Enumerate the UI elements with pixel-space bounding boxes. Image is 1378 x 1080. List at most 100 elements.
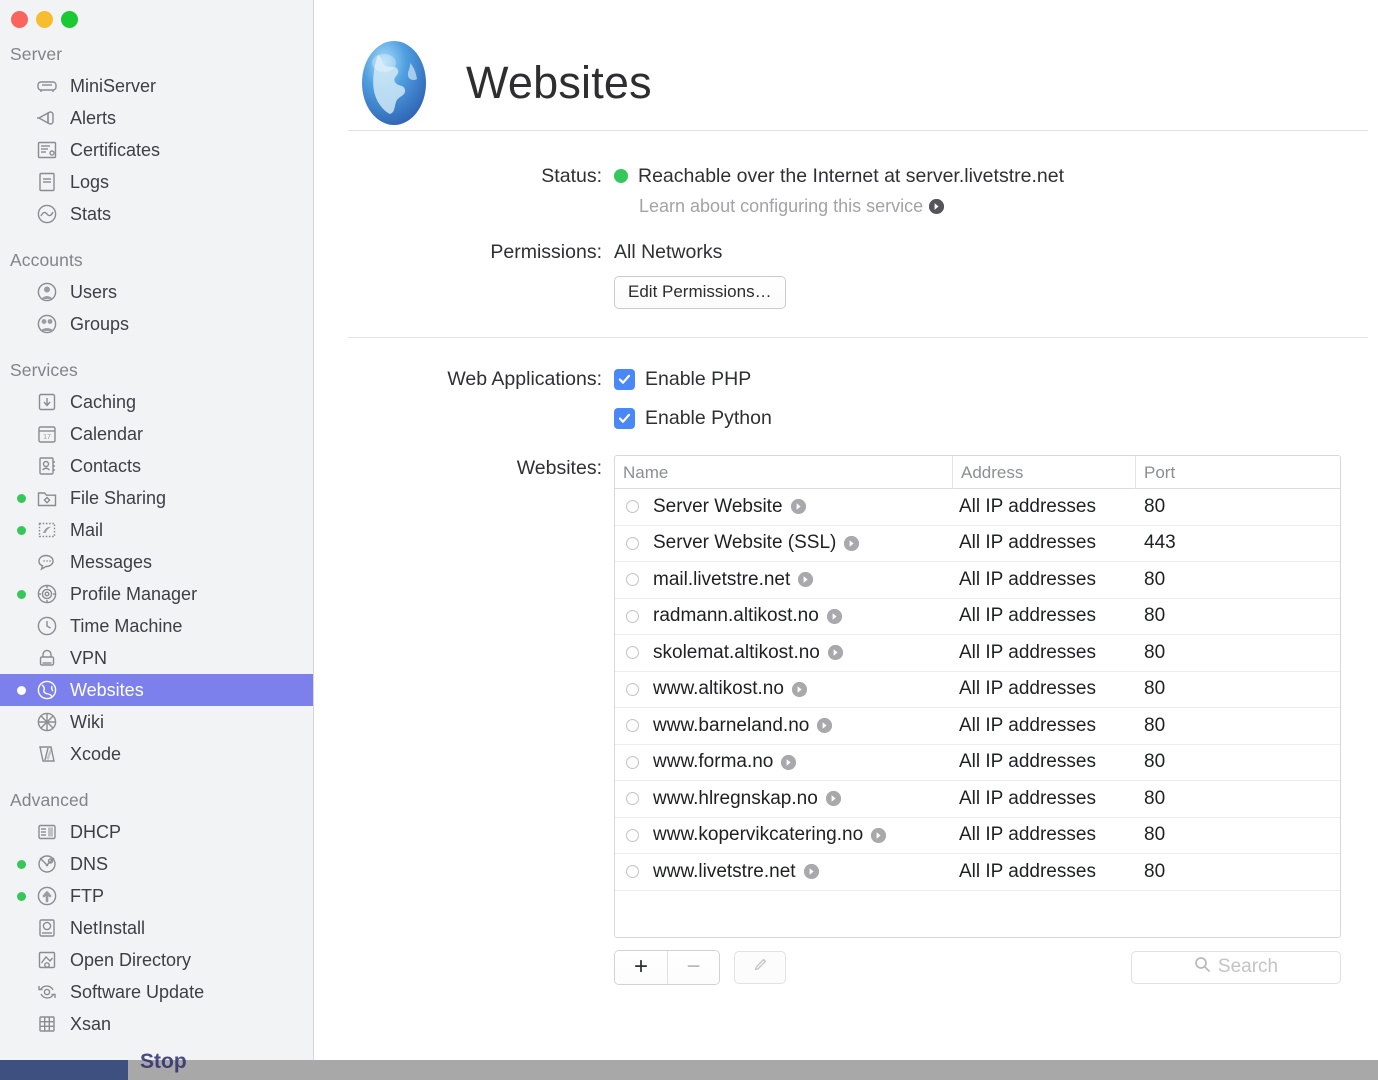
website-select-radio[interactable]: [626, 865, 639, 879]
sidebar-item-miniserver[interactable]: MiniServer: [0, 70, 313, 102]
sidebar-item-websites[interactable]: Websites: [0, 674, 313, 706]
sidebar-item-time-machine[interactable]: Time Machine: [0, 610, 313, 642]
open-website-arrow-icon[interactable]: [825, 791, 841, 807]
zoom-button[interactable]: [61, 10, 78, 28]
column-header-address[interactable]: Address: [953, 455, 1136, 489]
enable-php-checkbox-row[interactable]: Enable PHP: [614, 366, 1378, 392]
website-name-cell[interactable]: www.kopervikcatering.no: [615, 822, 953, 848]
website-name-cell[interactable]: Server Website (SSL): [615, 530, 953, 556]
sidebar-item-stats[interactable]: Stats: [0, 198, 313, 230]
website-select-radio[interactable]: [626, 719, 639, 733]
website-name-cell[interactable]: www.barneland.no: [615, 713, 953, 739]
open-website-arrow-icon[interactable]: [817, 718, 833, 734]
table-row[interactable]: Server Website (SSL) All IP addresses 443: [615, 526, 1340, 562]
sidebar-item-profile-manager[interactable]: Profile Manager: [0, 578, 313, 610]
website-select-radio[interactable]: [626, 828, 639, 842]
website-name-cell[interactable]: mail.livetstre.net: [615, 567, 953, 593]
table-row[interactable]: www.altikost.no All IP addresses 80: [615, 672, 1340, 708]
close-button[interactable]: [11, 10, 28, 28]
permissions-label: Permissions:: [490, 241, 602, 263]
sidebar-item-label: File Sharing: [70, 487, 167, 508]
open-website-arrow-icon[interactable]: [781, 754, 797, 770]
sidebar-item-messages[interactable]: Messages: [0, 546, 313, 578]
search-placeholder: Search: [1217, 956, 1279, 977]
column-header-name[interactable]: Name: [615, 455, 953, 489]
website-select-radio[interactable]: [626, 682, 639, 696]
sidebar-item-wiki[interactable]: Wiki: [0, 706, 313, 738]
sidebar-item-dhcp[interactable]: DHCP: [0, 816, 313, 848]
open-website-arrow-icon[interactable]: [791, 681, 807, 697]
table-row[interactable]: www.kopervikcatering.no All IP addresses 8…: [615, 818, 1340, 854]
sidebar-item-software-update[interactable]: Software Update: [0, 976, 313, 1008]
checkbox-checked-icon[interactable]: [614, 407, 635, 429]
open-website-arrow-icon[interactable]: [826, 608, 842, 624]
sidebar-item-users[interactable]: Users: [0, 276, 313, 308]
website-select-radio[interactable]: [626, 755, 639, 769]
website-name-label: www.forma.no: [653, 751, 774, 773]
open-website-arrow-icon[interactable]: [798, 572, 814, 588]
sidebar-item-alerts[interactable]: Alerts: [0, 102, 313, 134]
website-select-radio[interactable]: [626, 536, 639, 550]
sidebar-item-xsan[interactable]: Xsan: [0, 1008, 313, 1040]
service-status-dot: [17, 718, 26, 727]
table-row[interactable]: mail.livetstre.net All IP addresses 80: [615, 562, 1340, 599]
table-row[interactable]: www.livetstre.net All IP addresses 80: [615, 854, 1340, 891]
contacts-icon: [32, 453, 62, 479]
open-website-arrow-icon[interactable]: [844, 535, 860, 551]
sidebar-item-xcode[interactable]: Xcode: [0, 738, 313, 770]
sidebar-item-contacts[interactable]: Contacts: [0, 450, 313, 482]
website-select-radio[interactable]: [626, 646, 639, 660]
sidebar-status-slot: [10, 398, 32, 407]
sidebar-item-open-directory[interactable]: Open Directory: [0, 944, 313, 976]
open-website-arrow-icon[interactable]: [827, 645, 843, 661]
sidebar-item-caching[interactable]: Caching: [0, 386, 313, 418]
checkbox-checked-icon[interactable]: [614, 368, 635, 390]
website-select-radio[interactable]: [626, 609, 639, 623]
sidebar-item-file-sharing[interactable]: File Sharing: [0, 482, 313, 514]
search-field[interactable]: Search: [1131, 950, 1341, 984]
sidebar-item-vpn[interactable]: VPN: [0, 642, 313, 674]
backdrop-chip: [0, 1060, 128, 1080]
website-name-cell[interactable]: radmann.altikost.no: [615, 603, 953, 629]
website-name-cell[interactable]: www.hlregnskap.no: [615, 786, 953, 812]
learn-more-link[interactable]: Learn about configuring this service: [639, 193, 1378, 219]
sidebar-status-slot: [10, 82, 32, 91]
service-status-dot: [17, 82, 26, 91]
open-website-arrow-icon[interactable]: [871, 827, 887, 843]
sidebar-item-groups[interactable]: Groups: [0, 308, 313, 340]
website-name-cell[interactable]: www.altikost.no: [615, 676, 953, 702]
sidebar-item-netinstall[interactable]: NetInstall: [0, 912, 313, 944]
edit-permissions-button[interactable]: Edit Permissions…: [614, 276, 786, 309]
table-row[interactable]: www.barneland.no All IP addresses 80: [615, 708, 1340, 745]
website-port-cell: 80: [1144, 568, 1166, 590]
backdrop-stop-text: Stop: [140, 1050, 187, 1073]
enable-python-checkbox-row[interactable]: Enable Python: [614, 405, 1378, 431]
column-header-port[interactable]: Port: [1136, 456, 1340, 489]
sidebar-item-dns[interactable]: DNS: [0, 848, 313, 880]
sidebar-item-certificates[interactable]: Certificates: [0, 134, 313, 166]
add-website-button[interactable]: +: [615, 950, 667, 984]
sidebar-item-mail[interactable]: Mail: [0, 514, 313, 546]
table-row[interactable]: www.forma.no All IP addresses 80: [615, 745, 1340, 781]
sidebar-item-logs[interactable]: Logs: [0, 166, 313, 198]
website-name-cell[interactable]: Server Website: [615, 494, 953, 520]
open-website-arrow-icon[interactable]: [803, 864, 819, 880]
edit-website-button[interactable]: [734, 950, 786, 984]
sidebar-item-ftp[interactable]: FTP: [0, 880, 313, 912]
sidebar-item-label: Websites: [70, 679, 144, 700]
website-name-cell[interactable]: skolemat.altikost.no: [615, 640, 953, 666]
website-select-radio[interactable]: [626, 573, 639, 587]
open-website-arrow-icon[interactable]: [790, 499, 806, 515]
table-row[interactable]: Server Website All IP addresses 80: [615, 489, 1340, 526]
website-name-cell[interactable]: www.forma.no: [615, 749, 953, 775]
table-row[interactable]: www.hlregnskap.no All IP addresses 80: [615, 781, 1340, 818]
website-name-cell[interactable]: www.livetstre.net: [615, 859, 953, 885]
website-select-radio[interactable]: [626, 500, 639, 514]
sidebar-item-label: Stats: [70, 203, 112, 224]
table-row[interactable]: skolemat.altikost.no All IP addresses 80: [615, 635, 1340, 672]
minimize-button[interactable]: [36, 10, 53, 28]
remove-website-button[interactable]: −: [667, 950, 719, 984]
table-row[interactable]: radmann.altikost.no All IP addresses 80: [615, 599, 1340, 635]
website-select-radio[interactable]: [626, 792, 639, 806]
sidebar-item-calendar[interactable]: 17 Calendar: [0, 418, 313, 450]
